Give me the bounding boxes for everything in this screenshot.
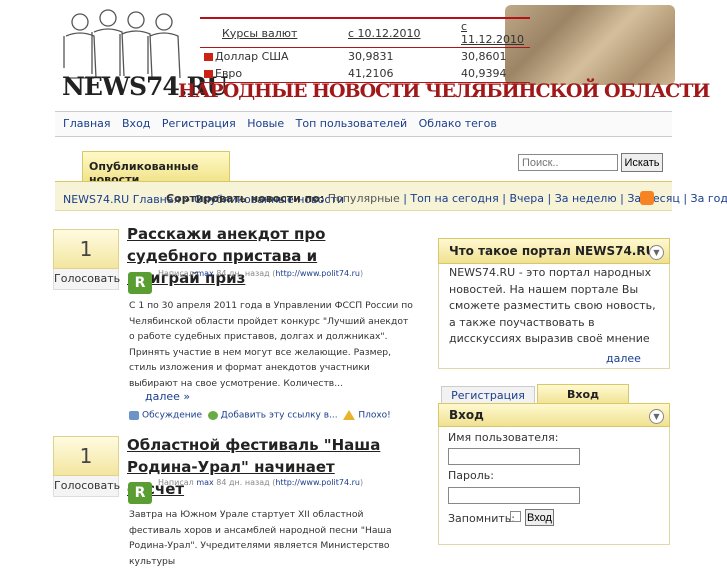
vote-count: 1 <box>53 436 119 476</box>
currency-header-date1[interactable]: с 10.12.2010 <box>344 17 457 48</box>
currency-value: 30,9831 <box>348 50 394 63</box>
meta-prefix: Написал <box>158 478 194 487</box>
tab-published-news[interactable]: Опубликованные новости <box>82 151 230 186</box>
currency-name: Доллар США <box>215 50 289 63</box>
breadcrumb-home[interactable]: NEWS74.RU Главная <box>63 193 180 206</box>
source-link[interactable]: http://www.polit74.ru <box>275 478 360 487</box>
nav-item-tag-cloud[interactable]: Облако тегов <box>419 117 497 130</box>
news-body: Завтра на Южном Урале стартует XII облас… <box>129 509 392 567</box>
collapse-login-icon[interactable]: ▼ <box>649 409 664 424</box>
currency-row: Доллар США 30,9831 30,8601 <box>200 48 530 66</box>
login-button[interactable]: Вход <box>525 509 554 526</box>
remember-label: Запомнить: <box>448 512 515 525</box>
sort-popular[interactable]: Популярные <box>328 192 400 205</box>
banner-title: НАРОДНЫЕ НОВОСТИ ЧЕЛЯБИНСКОЙ ОБЛАСТИ <box>178 80 710 102</box>
news-title[interactable]: Областной фестиваль "Наша Родина-Урал" н… <box>127 434 387 500</box>
usd-flag-icon <box>204 53 213 61</box>
nav-item-register[interactable]: Регистрация <box>162 117 236 130</box>
author-avatar[interactable]: R <box>128 272 152 294</box>
currency-name: Евро <box>215 67 243 80</box>
report-bad-link[interactable]: Плохо! <box>358 411 390 421</box>
read-more-link[interactable]: далее » <box>145 390 190 403</box>
news-actions: Обсуждение Добавить эту ссылку в... Плох… <box>129 410 391 421</box>
read-more-label: далее <box>145 390 180 403</box>
tab-login[interactable]: Вход <box>537 384 629 405</box>
currency-header-title[interactable]: Курсы валют <box>200 17 344 48</box>
username-field[interactable] <box>448 448 580 465</box>
author-link[interactable]: max <box>196 269 213 278</box>
news-age: 84 дн. назад <box>216 269 270 278</box>
login-form <box>438 427 670 545</box>
login-title: Вход <box>449 408 484 422</box>
sort-week[interactable]: За неделю <box>555 192 617 205</box>
warning-icon <box>343 410 356 420</box>
rss-icon[interactable] <box>640 191 654 205</box>
sort-year[interactable]: За год <box>691 192 727 205</box>
comment-icon <box>129 410 139 420</box>
vote-button[interactable]: Голосовать <box>53 269 120 290</box>
region-map-image <box>505 5 675 85</box>
author-link[interactable]: max <box>196 478 213 487</box>
discuss-link[interactable]: Обсуждение <box>142 411 202 421</box>
news-body: С 1 по 30 апреля 2011 года в Управлении … <box>129 300 413 389</box>
news-title[interactable]: Расскажи анекдот про судебного пристава … <box>127 223 387 289</box>
remember-checkbox[interactable] <box>510 511 521 522</box>
search-input[interactable] <box>518 154 618 171</box>
search-button[interactable]: Искать <box>621 153 663 172</box>
vote-button[interactable]: Голосовать <box>53 476 120 497</box>
currency-header-date2[interactable]: с 11.12.2010 <box>457 17 530 48</box>
username-label: Имя пользователя: <box>448 431 559 444</box>
vote-count: 1 <box>53 229 119 269</box>
nav-item-new[interactable]: Новые <box>247 117 284 130</box>
author-avatar[interactable]: R <box>128 482 152 504</box>
nav-item-top-users[interactable]: Топ пользователей <box>296 117 408 130</box>
sort-label: Сортировать новости по: <box>166 192 325 205</box>
sort-yesterday[interactable]: Вчера <box>509 192 544 205</box>
password-field[interactable] <box>448 487 580 504</box>
source-link[interactable]: http://www.polit74.ru <box>275 269 360 278</box>
news-meta: Написал max 84 дн. назад (http://www.pol… <box>158 478 364 487</box>
password-label: Пароль: <box>448 469 494 482</box>
news-meta: Написал max 84 дн. назад (http://www.pol… <box>158 269 364 278</box>
vote-box: 1 Голосовать <box>53 229 120 291</box>
collapse-about-icon[interactable]: ▼ <box>649 245 664 260</box>
add-link-icon <box>207 410 218 420</box>
eur-flag-icon <box>204 70 213 78</box>
about-box-header: Что такое портал NEWS74.RU <box>438 238 670 264</box>
bookmark-link[interactable]: Добавить эту ссылку в... <box>221 411 338 421</box>
meta-prefix: Написал <box>158 269 194 278</box>
login-box-header: Вход <box>438 403 670 427</box>
currency-table: Курсы валют с 10.12.2010 с 11.12.2010 До… <box>200 17 530 83</box>
about-title: Что такое портал NEWS74.RU <box>449 244 656 258</box>
currency-value: 30,8601 <box>461 50 507 63</box>
nav-item-login[interactable]: Вход <box>122 117 150 130</box>
nav-item-home[interactable]: Главная <box>63 117 111 130</box>
sort-today[interactable]: Топ на сегодня <box>410 192 498 205</box>
main-nav: Главная Вход Регистрация Новые Топ польз… <box>55 111 672 137</box>
vote-box: 1 Голосовать <box>53 436 120 498</box>
about-more-link[interactable]: далее <box>606 352 641 365</box>
news-age: 84 дн. назад <box>216 478 270 487</box>
currency-header-row: Курсы валют с 10.12.2010 с 11.12.2010 <box>200 17 530 48</box>
